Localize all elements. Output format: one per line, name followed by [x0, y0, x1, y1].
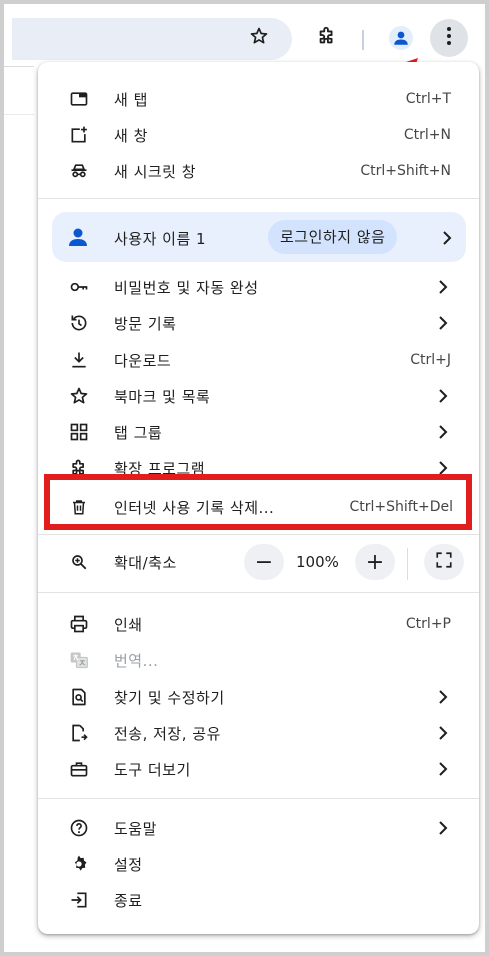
tab-groups-icon	[68, 421, 90, 443]
menu-item-translate: 번역...	[38, 642, 479, 678]
menu-item-find-and-edit[interactable]: 찾기 및 수정하기	[38, 679, 479, 715]
menu-item-bookmarks[interactable]: 북마크 및 목록	[38, 378, 479, 414]
menu-item-label: 새 시크릿 창	[114, 162, 197, 181]
incognito-icon	[68, 160, 90, 182]
menu-shortcut: Ctrl+P	[405, 616, 451, 632]
profile-name: 사용자 이름 1	[114, 230, 207, 248]
history-icon	[68, 312, 90, 334]
menu-item-settings[interactable]: 설정	[38, 846, 479, 882]
menu-divider	[38, 798, 479, 799]
menu-divider	[38, 592, 479, 593]
exit-icon	[68, 889, 90, 911]
more-vert-icon	[446, 26, 452, 50]
menu-item-label: 도움말	[114, 819, 157, 838]
menu-item-label: 전송, 저장, 공유	[114, 724, 221, 743]
chevron-right-icon	[437, 762, 449, 776]
toolbar-divider	[362, 30, 364, 50]
menu-item-send-save-share[interactable]: 전송, 저장, 공유	[38, 715, 479, 751]
menu-item-label: 탭 그룹	[114, 423, 163, 442]
menu-item-help[interactable]: 도움말	[38, 810, 479, 846]
menu-item-label: 인쇄	[114, 615, 143, 634]
print-icon	[68, 613, 90, 635]
menu-item-label: 종료	[114, 891, 143, 910]
chevron-right-icon	[437, 425, 449, 439]
profile-row[interactable]: 사용자 이름 1 로그인하지 않음	[52, 212, 466, 262]
menu-shortcut: Ctrl+J	[410, 352, 451, 368]
translate-icon	[68, 649, 90, 671]
menu-shortcut: Ctrl+T	[405, 91, 451, 107]
toolbox-icon	[68, 758, 90, 780]
menu-item-zoom: 확대/축소 − 100% +	[38, 544, 479, 580]
chevron-right-icon	[437, 280, 449, 294]
menu-item-history[interactable]: 방문 기록	[38, 305, 479, 341]
zoom-label: 확대/축소	[114, 553, 177, 572]
profile-button[interactable]	[382, 19, 420, 57]
chevron-right-icon	[437, 690, 449, 704]
chevron-right-icon	[437, 461, 449, 475]
menu-item-exit[interactable]: 종료	[38, 882, 479, 918]
menu-shortcut: Ctrl+Shift+N	[360, 163, 451, 179]
zoom-in-button[interactable]: +	[355, 544, 395, 580]
menu-item-new-tab[interactable]: 새 탭 Ctrl+T	[38, 81, 479, 117]
menu-item-new-window[interactable]: 새 창 Ctrl+N	[38, 117, 479, 153]
chrome-menu-button[interactable]	[430, 19, 468, 57]
menu-item-label: 찾기 및 수정하기	[114, 688, 225, 707]
toolbar-bottom-border	[4, 66, 34, 67]
menu-divider	[38, 534, 479, 535]
menu-item-print[interactable]: 인쇄 Ctrl+P	[38, 606, 479, 642]
menu-item-label: 다운로드	[114, 351, 172, 370]
page-line	[4, 114, 34, 115]
new-tab-icon	[68, 88, 90, 110]
fullscreen-icon	[435, 550, 453, 575]
screenshot-frame: 새 탭 Ctrl+T 새 창 Ctrl+N 새 시크릿 창 Ctrl+Shift…	[4, 4, 485, 952]
menu-item-label: 북마크 및 목록	[114, 387, 211, 406]
bookmark-star-button[interactable]	[240, 19, 278, 57]
zoom-level: 100%	[296, 553, 339, 571]
chevron-right-icon	[442, 230, 452, 249]
download-icon	[68, 349, 90, 371]
menu-shortcut: Ctrl+N	[403, 127, 451, 143]
highlight-box	[44, 474, 472, 530]
sign-in-status-chip[interactable]: 로그인하지 않음	[268, 220, 398, 254]
extensions-button[interactable]	[308, 19, 346, 57]
zoom-out-button[interactable]: −	[244, 544, 284, 580]
star-icon	[68, 385, 90, 407]
menu-item-label: 새 탭	[114, 90, 148, 109]
find-icon	[68, 686, 90, 708]
menu-item-tab-groups[interactable]: 탭 그룹	[38, 414, 479, 450]
menu-item-label: 설정	[114, 855, 143, 874]
chevron-right-icon	[437, 726, 449, 740]
avatar	[389, 26, 413, 50]
menu-item-incognito[interactable]: 새 시크릿 창 Ctrl+Shift+N	[38, 153, 479, 189]
help-icon	[68, 817, 90, 839]
menu-divider	[38, 198, 479, 199]
new-window-icon	[68, 124, 90, 146]
menu-item-label: 도구 더보기	[114, 760, 191, 779]
puzzle-icon	[316, 25, 338, 51]
menu-item-passwords[interactable]: 비밀번호 및 자동 완성	[38, 269, 479, 305]
zoom-divider	[407, 548, 408, 580]
zoom-icon	[68, 551, 90, 573]
menu-item-more-tools[interactable]: 도구 더보기	[38, 751, 479, 787]
chevron-right-icon	[437, 389, 449, 403]
menu-item-downloads[interactable]: 다운로드 Ctrl+J	[38, 342, 479, 378]
menu-item-label: 번역...	[114, 651, 159, 670]
menu-item-label: 비밀번호 및 자동 완성	[114, 278, 259, 297]
avatar	[64, 223, 92, 251]
chevron-right-icon	[437, 316, 449, 330]
share-icon	[68, 722, 90, 744]
settings-icon	[68, 853, 90, 875]
key-icon	[68, 276, 90, 298]
menu-item-label: 방문 기록	[114, 314, 177, 333]
fullscreen-button[interactable]	[424, 544, 464, 580]
menu-item-label: 새 창	[114, 126, 148, 145]
chevron-right-icon	[437, 821, 449, 835]
star-outline-icon	[249, 26, 269, 50]
